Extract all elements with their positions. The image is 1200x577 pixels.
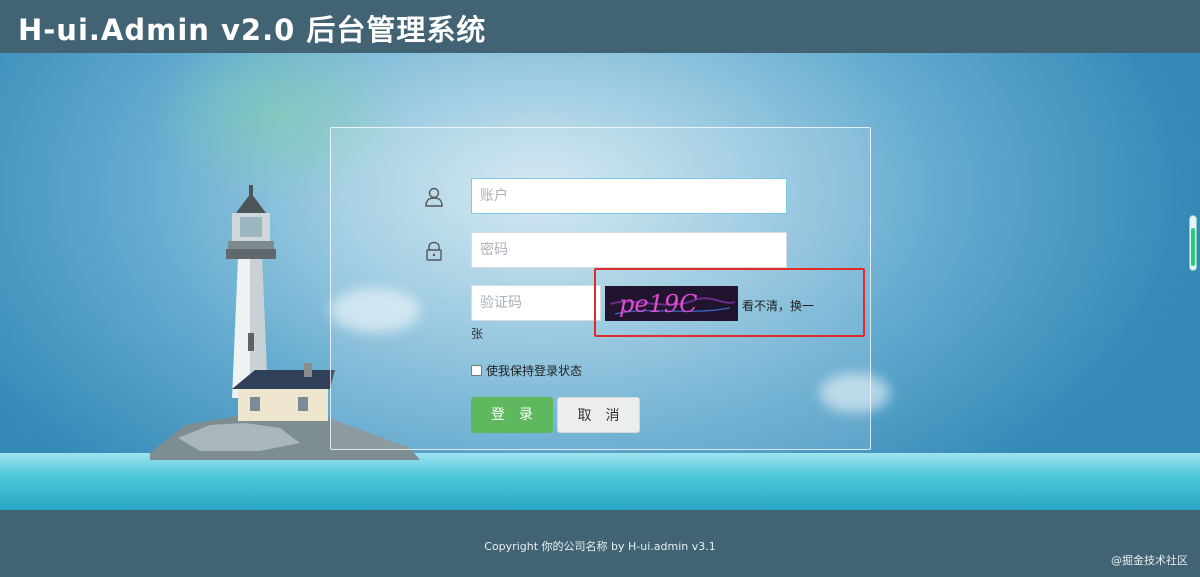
account-input[interactable]: 账户: [471, 178, 787, 214]
side-scroll-handle[interactable]: [1189, 215, 1197, 271]
footer-bar: Copyright 你的公司名称 by H-ui.admin v3.1 @掘金技…: [0, 510, 1200, 577]
captcha-refresh-link-wrap[interactable]: 张: [471, 325, 483, 342]
lock-icon: [426, 241, 442, 261]
remember-me[interactable]: 使我保持登录状态: [471, 362, 582, 379]
watermark-text: @掘金技术社区: [1111, 554, 1188, 567]
captcha-highlight-box: [594, 268, 865, 337]
remember-checkbox[interactable]: [471, 365, 482, 376]
cancel-button[interactable]: 取消: [557, 397, 640, 433]
login-button[interactable]: 登录: [471, 397, 553, 433]
app-title: H-ui.Admin v2.0 后台管理系统: [18, 13, 487, 47]
side-scroll-thumb[interactable]: [1191, 228, 1195, 266]
user-icon: [425, 187, 443, 207]
remember-label: 使我保持登录状态: [486, 364, 583, 378]
copyright-text: Copyright 你的公司名称 by H-ui.admin v3.1: [484, 540, 716, 553]
header-bar: H-ui.Admin v2.0 后台管理系统: [0, 0, 1200, 53]
captcha-input[interactable]: 验证码: [471, 285, 601, 321]
password-input[interactable]: 密码: [471, 232, 787, 268]
